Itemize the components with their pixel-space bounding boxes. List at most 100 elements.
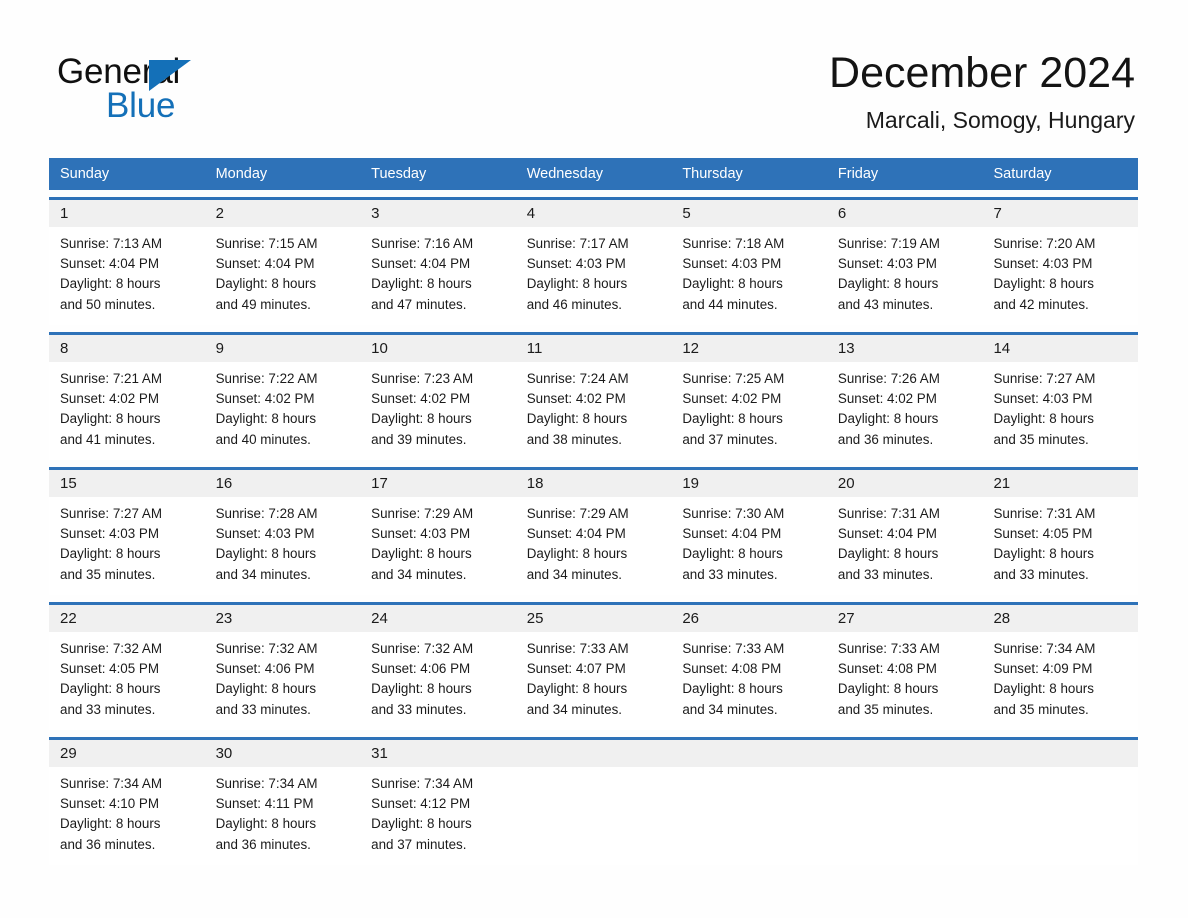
day-number[interactable]: 17 xyxy=(360,470,516,497)
day-cell[interactable]: Sunrise: 7:29 AM Sunset: 4:03 PM Dayligh… xyxy=(360,497,516,595)
calendar-week-row: 22 23 24 25 26 27 28 Sunrise: 7:32 AM Su… xyxy=(49,602,1138,730)
daylight-text-line2: and 43 minutes. xyxy=(837,296,934,312)
daylight-text-line1: Daylight: 8 hours xyxy=(371,681,472,697)
day-cell[interactable]: Sunrise: 7:17 AM Sunset: 4:03 PM Dayligh… xyxy=(516,227,672,325)
daylight-text-line2: and 33 minutes. xyxy=(682,566,778,582)
day-number[interactable]: 12 xyxy=(671,335,827,362)
day-cell[interactable]: Sunrise: 7:33 AM Sunset: 4:08 PM Dayligh… xyxy=(827,632,983,730)
day-number-empty xyxy=(671,740,827,767)
day-number[interactable]: 27 xyxy=(827,605,983,632)
day-cell[interactable]: Sunrise: 7:32 AM Sunset: 4:05 PM Dayligh… xyxy=(49,632,205,730)
day-cell[interactable]: Sunrise: 7:26 AM Sunset: 4:02 PM Dayligh… xyxy=(827,362,983,460)
day-number[interactable]: 16 xyxy=(205,470,361,497)
day-number[interactable]: 6 xyxy=(827,200,983,227)
daylight-text-line1: Daylight: 8 hours xyxy=(60,816,161,832)
sunrise-text: Sunrise: 7:27 AM xyxy=(993,371,1096,386)
day-number[interactable]: 11 xyxy=(516,335,672,362)
day-cell[interactable]: Sunrise: 7:32 AM Sunset: 4:06 PM Dayligh… xyxy=(205,632,361,730)
day-number[interactable]: 5 xyxy=(671,200,827,227)
sunrise-text: Sunrise: 7:27 AM xyxy=(60,506,162,521)
weekday-header-tuesday: Tuesday xyxy=(371,166,427,182)
day-number[interactable]: 7 xyxy=(982,200,1138,227)
daylight-text-line1: Daylight: 8 hours xyxy=(371,276,472,292)
calendar-grid: Sunday Monday Tuesday Wednesday Thursday… xyxy=(49,158,1138,865)
day-cell[interactable]: Sunrise: 7:28 AM Sunset: 4:03 PM Dayligh… xyxy=(205,497,361,595)
day-number[interactable]: 19 xyxy=(671,470,827,497)
day-number[interactable]: 30 xyxy=(205,740,361,767)
sunset-text: Sunset: 4:08 PM xyxy=(837,661,937,677)
day-cell[interactable]: Sunrise: 7:34 AM Sunset: 4:11 PM Dayligh… xyxy=(205,767,361,865)
day-number[interactable]: 23 xyxy=(205,605,361,632)
daylight-text-line1: Daylight: 8 hours xyxy=(993,681,1094,697)
day-cell[interactable]: Sunrise: 7:20 AM Sunset: 4:03 PM Dayligh… xyxy=(982,227,1138,325)
day-number[interactable]: 20 xyxy=(827,470,983,497)
day-cell[interactable]: Sunrise: 7:24 AM Sunset: 4:02 PM Dayligh… xyxy=(516,362,672,460)
daylight-text-line2: and 33 minutes. xyxy=(60,701,156,717)
sunset-text: Sunset: 4:07 PM xyxy=(526,661,626,677)
day-cell[interactable]: Sunrise: 7:18 AM Sunset: 4:03 PM Dayligh… xyxy=(671,227,827,325)
day-cell[interactable]: Sunrise: 7:34 AM Sunset: 4:10 PM Dayligh… xyxy=(49,767,205,865)
day-cell[interactable]: Sunrise: 7:34 AM Sunset: 4:12 PM Dayligh… xyxy=(360,767,516,865)
day-cell[interactable]: Sunrise: 7:33 AM Sunset: 4:07 PM Dayligh… xyxy=(516,632,672,730)
day-cell[interactable]: Sunrise: 7:23 AM Sunset: 4:02 PM Dayligh… xyxy=(360,362,516,460)
sunrise-text: Sunrise: 7:33 AM xyxy=(526,641,629,656)
day-number[interactable]: 28 xyxy=(982,605,1138,632)
day-cell[interactable]: Sunrise: 7:30 AM Sunset: 4:04 PM Dayligh… xyxy=(671,497,827,595)
weekday-header-row: Sunday Monday Tuesday Wednesday Thursday… xyxy=(49,158,1138,190)
daylight-text-line1: Daylight: 8 hours xyxy=(682,546,783,562)
day-cell[interactable]: Sunrise: 7:22 AM Sunset: 4:02 PM Dayligh… xyxy=(205,362,361,460)
weekday-header-friday: Friday xyxy=(837,166,879,182)
daylight-text-line2: and 33 minutes. xyxy=(993,566,1089,582)
day-number[interactable]: 14 xyxy=(982,335,1138,362)
generalblue-logo[interactable]: General Blue xyxy=(57,52,357,136)
day-number[interactable]: 24 xyxy=(360,605,516,632)
sunset-text: Sunset: 4:03 PM xyxy=(682,256,782,272)
day-number[interactable]: 2 xyxy=(205,200,361,227)
day-number[interactable]: 21 xyxy=(982,470,1138,497)
day-cell[interactable]: Sunrise: 7:27 AM Sunset: 4:03 PM Dayligh… xyxy=(982,362,1138,460)
sunrise-text: Sunrise: 7:17 AM xyxy=(526,236,629,251)
week-body: Sunrise: 7:13 AM Sunset: 4:04 PM Dayligh… xyxy=(49,227,1138,325)
sunrise-text: Sunrise: 7:31 AM xyxy=(837,506,940,521)
day-number[interactable]: 15 xyxy=(49,470,205,497)
day-cell[interactable]: Sunrise: 7:29 AM Sunset: 4:04 PM Dayligh… xyxy=(516,497,672,595)
sunset-text: Sunset: 4:02 PM xyxy=(371,391,471,407)
day-number[interactable]: 9 xyxy=(205,335,361,362)
day-number[interactable]: 29 xyxy=(49,740,205,767)
day-number[interactable]: 3 xyxy=(360,200,516,227)
day-cell[interactable]: Sunrise: 7:34 AM Sunset: 4:09 PM Dayligh… xyxy=(982,632,1138,730)
day-cell[interactable]: Sunrise: 7:16 AM Sunset: 4:04 PM Dayligh… xyxy=(360,227,516,325)
day-cell[interactable]: Sunrise: 7:13 AM Sunset: 4:04 PM Dayligh… xyxy=(49,227,205,325)
day-cell[interactable]: Sunrise: 7:32 AM Sunset: 4:06 PM Dayligh… xyxy=(360,632,516,730)
daylight-text-line1: Daylight: 8 hours xyxy=(837,411,939,427)
sunset-text: Sunset: 4:04 PM xyxy=(371,256,471,272)
day-cell[interactable]: Sunrise: 7:27 AM Sunset: 4:03 PM Dayligh… xyxy=(49,497,205,595)
day-number[interactable]: 31 xyxy=(360,740,516,767)
day-cell[interactable]: Sunrise: 7:19 AM Sunset: 4:03 PM Dayligh… xyxy=(827,227,983,325)
day-cell[interactable]: Sunrise: 7:33 AM Sunset: 4:08 PM Dayligh… xyxy=(671,632,827,730)
day-cell[interactable]: Sunrise: 7:31 AM Sunset: 4:04 PM Dayligh… xyxy=(827,497,983,595)
day-number[interactable]: 8 xyxy=(49,335,205,362)
sunset-text: Sunset: 4:03 PM xyxy=(837,256,937,272)
day-number[interactable]: 22 xyxy=(49,605,205,632)
daylight-text-line2: and 36 minutes. xyxy=(60,836,156,852)
daylight-text-line2: and 33 minutes. xyxy=(371,701,467,717)
daylight-text-line2: and 35 minutes. xyxy=(837,701,934,717)
week-body: Sunrise: 7:27 AM Sunset: 4:03 PM Dayligh… xyxy=(49,497,1138,595)
daylight-text-line2: and 37 minutes. xyxy=(682,431,778,447)
daylight-text-line2: and 34 minutes. xyxy=(371,566,467,582)
day-cell[interactable]: Sunrise: 7:15 AM Sunset: 4:04 PM Dayligh… xyxy=(205,227,361,325)
day-number[interactable]: 10 xyxy=(360,335,516,362)
day-number[interactable]: 26 xyxy=(671,605,827,632)
day-number[interactable]: 4 xyxy=(516,200,672,227)
sunrise-text: Sunrise: 7:15 AM xyxy=(215,236,318,251)
day-number[interactable]: 13 xyxy=(827,335,983,362)
day-number[interactable]: 18 xyxy=(516,470,672,497)
day-number[interactable]: 25 xyxy=(516,605,672,632)
day-cell[interactable]: Sunrise: 7:21 AM Sunset: 4:02 PM Dayligh… xyxy=(49,362,205,460)
day-cell[interactable]: Sunrise: 7:31 AM Sunset: 4:05 PM Dayligh… xyxy=(982,497,1138,595)
daylight-text-line2: and 34 minutes. xyxy=(526,701,623,717)
day-number[interactable]: 1 xyxy=(49,200,205,227)
daylight-text-line1: Daylight: 8 hours xyxy=(837,276,939,292)
day-cell[interactable]: Sunrise: 7:25 AM Sunset: 4:02 PM Dayligh… xyxy=(671,362,827,460)
